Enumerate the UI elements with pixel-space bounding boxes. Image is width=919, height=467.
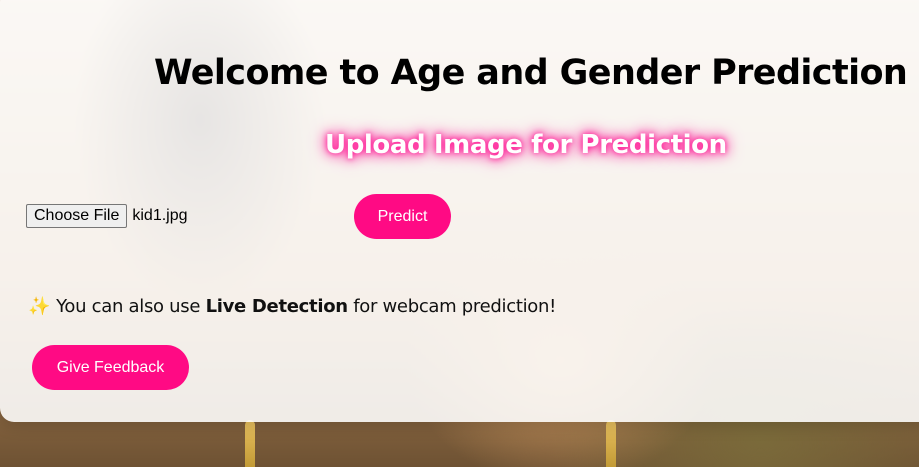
live-note-prefix: You can also use — [56, 296, 201, 317]
choose-file-button[interactable]: Choose File — [26, 204, 128, 228]
background-strap-right — [606, 420, 616, 467]
live-detection-label: Live Detection — [205, 296, 349, 317]
live-detection-note: ✨ You can also use Live Detection for web… — [28, 294, 556, 320]
page-subtitle: Upload Image for Prediction — [325, 130, 727, 160]
file-upload: Choose File kid1.jpg — [26, 204, 188, 228]
background-strap-left — [245, 420, 255, 467]
sparkles-icon: ✨ — [28, 296, 51, 317]
give-feedback-button[interactable]: Give Feedback — [32, 345, 189, 390]
predict-button[interactable]: Predict — [354, 194, 451, 239]
page-title: Welcome to Age and Gender Prediction — [154, 53, 908, 93]
selected-file-name: kid1.jpg — [132, 207, 188, 224]
live-note-suffix: for webcam prediction! — [353, 296, 557, 317]
